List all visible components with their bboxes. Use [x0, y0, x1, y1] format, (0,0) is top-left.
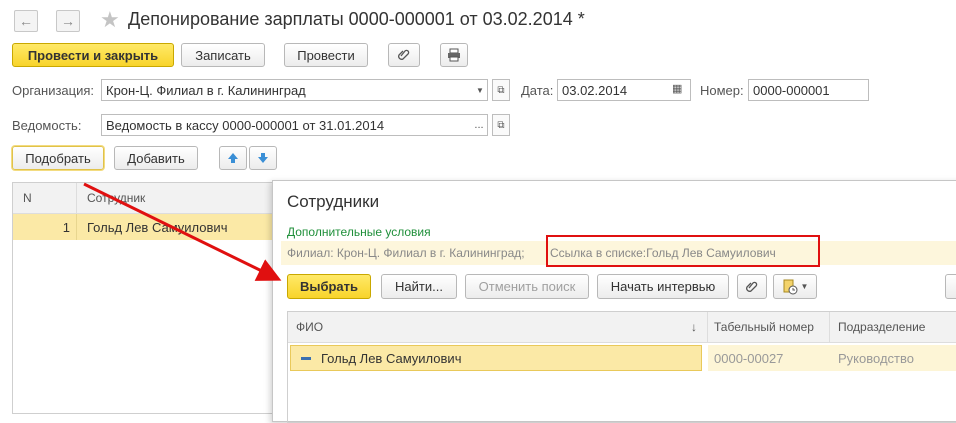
red-arrow-annotation [83, 182, 282, 281]
